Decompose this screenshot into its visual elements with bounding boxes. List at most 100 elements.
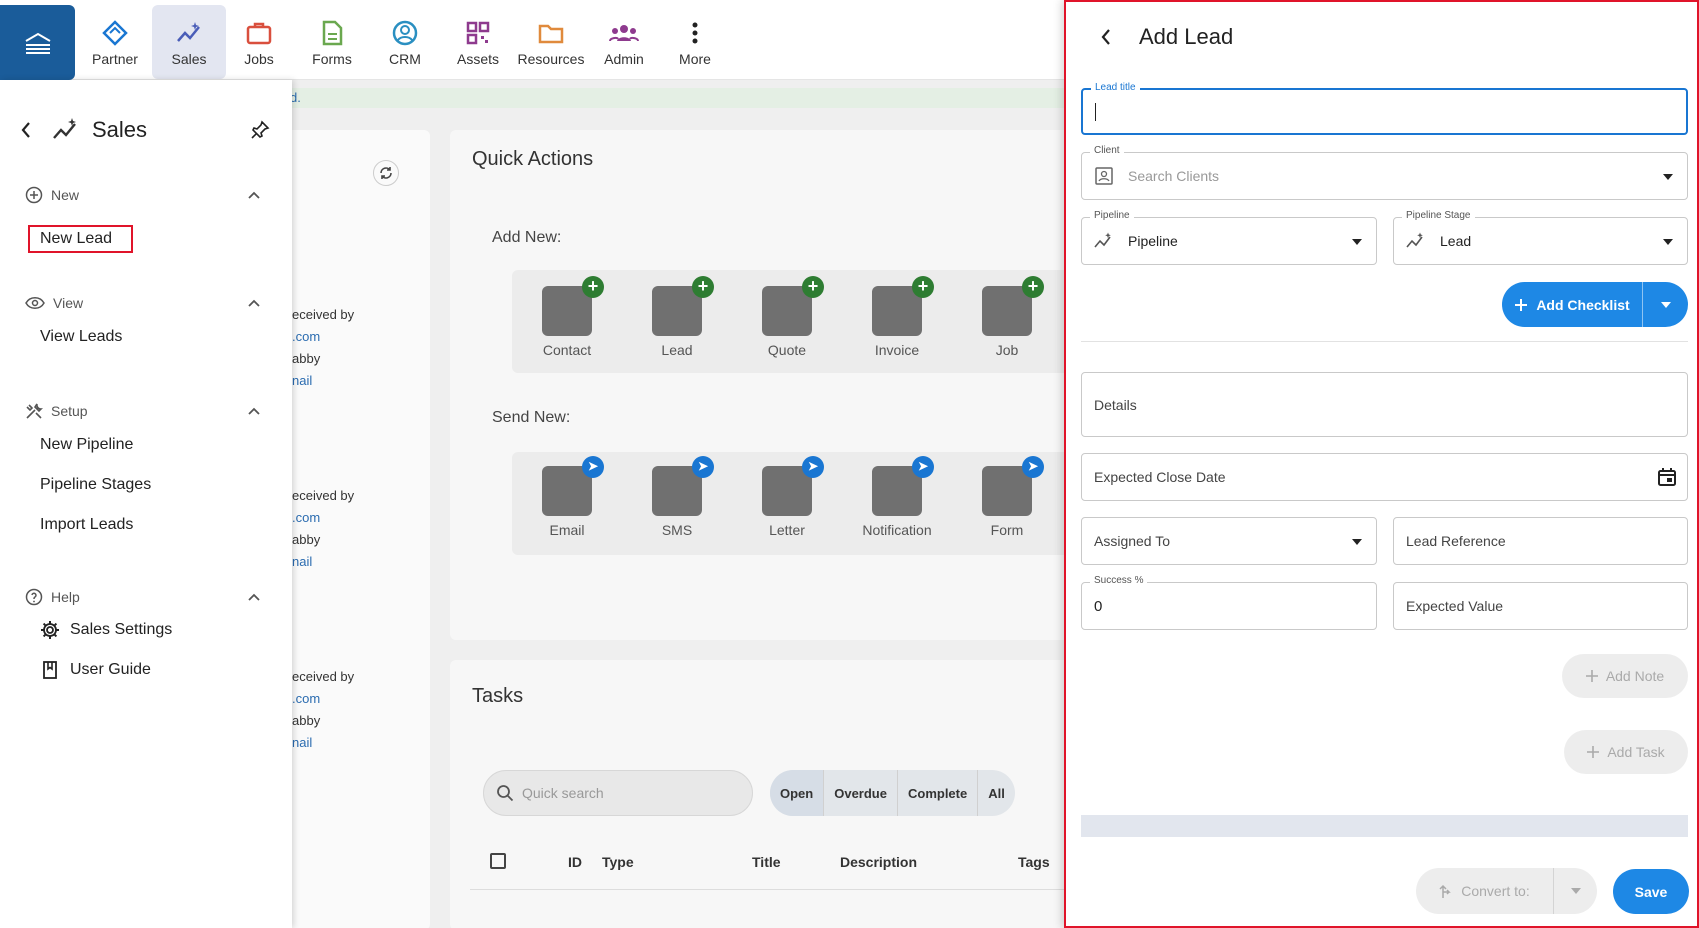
section-setup[interactable]: Setup <box>25 398 260 424</box>
sidebar-item-new-pipeline[interactable]: New Pipeline <box>40 436 133 454</box>
tile-label: Email <box>549 522 585 538</box>
tile-label: Contact <box>542 342 592 358</box>
nav-jobs[interactable]: Jobs <box>222 5 296 79</box>
nav-resources[interactable]: Resources <box>514 5 588 79</box>
section-setup-label: Setup <box>51 403 88 419</box>
column-type[interactable]: Type <box>602 854 634 870</box>
recent-item: eceived by .com abby nail <box>292 666 354 754</box>
notice-strip: d. <box>280 88 1065 108</box>
send-notification-tile[interactable]: ➤ Notification <box>842 456 952 538</box>
add-note-button[interactable]: Add Note <box>1562 654 1688 698</box>
sidebar-item-view-leads[interactable]: View Leads <box>40 328 122 346</box>
pipeline-stage-label: Pipeline Stage <box>1402 210 1475 221</box>
nav-sales[interactable]: Sales <box>152 5 226 79</box>
assigned-to-select[interactable]: Assigned To <box>1081 517 1377 565</box>
add-lead-tile[interactable]: + Lead <box>622 276 732 358</box>
filter-overdue[interactable]: Overdue <box>824 770 898 816</box>
column-id[interactable]: ID <box>568 854 582 870</box>
section-new-label: New <box>51 187 80 203</box>
sidebar-item-import-leads[interactable]: Import Leads <box>40 516 133 534</box>
nav-more[interactable]: More <box>658 5 732 79</box>
convert-to-dropdown[interactable] <box>1553 868 1597 914</box>
send-sms-tile[interactable]: ➤ SMS <box>622 456 732 538</box>
folder-icon <box>537 18 565 48</box>
add-checklist-dropdown[interactable] <box>1642 282 1688 327</box>
tasks-search-input[interactable]: Quick search <box>483 770 753 816</box>
lead-title-input[interactable]: Lead title <box>1081 82 1688 135</box>
sales-icon <box>175 18 203 48</box>
lead-reference-input[interactable]: Lead Reference <box>1393 517 1688 565</box>
nav-crm[interactable]: CRM <box>368 5 442 79</box>
success-percent-input[interactable]: Success % 0 <box>1081 575 1377 630</box>
convert-to-button[interactable]: Convert to: <box>1416 868 1597 914</box>
nav-assets[interactable]: Assets <box>441 5 515 79</box>
nav-admin[interactable]: Admin <box>587 5 661 79</box>
convert-arrow-icon <box>1439 883 1453 899</box>
back-chevron-icon[interactable] <box>20 121 32 139</box>
send-email-tile[interactable]: ➤ Email <box>512 456 622 538</box>
recent-link[interactable]: nail <box>292 551 354 573</box>
add-contact-tile[interactable]: + Contact <box>512 276 622 358</box>
client-select[interactable]: Client Search Clients <box>1081 145 1688 200</box>
tasks-table-header: ID Type Title Description Tags <box>470 850 1065 890</box>
nav-assets-label: Assets <box>456 50 499 67</box>
form-icon <box>318 18 346 48</box>
section-help[interactable]: Help <box>25 584 260 610</box>
nav-forms[interactable]: Forms <box>295 5 369 79</box>
send-letter-tile[interactable]: ➤ Letter <box>732 456 842 538</box>
success-percent-value: 0 <box>1094 597 1103 615</box>
column-tags[interactable]: Tags <box>1018 854 1050 870</box>
expected-value-input[interactable]: Expected Value <box>1393 582 1688 630</box>
pin-icon[interactable] <box>250 120 270 140</box>
nav-more-label: More <box>679 50 711 67</box>
tile-label: Form <box>990 522 1024 538</box>
add-task-button[interactable]: Add Task <box>1564 730 1688 774</box>
recent-link[interactable]: .com <box>292 326 354 348</box>
back-chevron-icon[interactable] <box>1100 28 1112 46</box>
nav-partner[interactable]: Partner <box>78 5 152 79</box>
add-quote-tile[interactable]: + Quote <box>732 276 842 358</box>
recent-link[interactable]: .com <box>292 507 354 529</box>
pipeline-stage-select[interactable]: Pipeline Stage Lead <box>1393 210 1688 265</box>
refresh-button[interactable] <box>373 160 399 186</box>
add-badge-icon: + <box>802 276 824 298</box>
recent-link[interactable]: .com <box>292 688 354 710</box>
filter-open[interactable]: Open <box>770 770 825 816</box>
section-help-label: Help <box>51 589 80 605</box>
nav-resources-label: Resources <box>517 50 585 67</box>
section-new[interactable]: New <box>25 182 260 208</box>
select-all-checkbox[interactable] <box>490 853 506 869</box>
column-title[interactable]: Title <box>752 854 781 870</box>
add-job-tile[interactable]: + Job <box>952 276 1062 358</box>
app-logo[interactable] <box>0 5 75 80</box>
sidebar-item-user-guide[interactable]: User Guide <box>40 660 151 680</box>
convert-to-main[interactable]: Convert to: <box>1416 883 1553 899</box>
tile-label: Quote <box>767 342 807 358</box>
pipeline-stages-label: Pipeline Stages <box>40 476 152 493</box>
chevron-up-icon <box>248 407 260 415</box>
add-invoice-tile[interactable]: + Invoice <box>842 276 952 358</box>
sidebar-item-sales-settings[interactable]: Sales Settings <box>40 620 172 640</box>
recent-link[interactable]: nail <box>292 732 354 754</box>
details-textarea[interactable]: Details <box>1081 372 1688 437</box>
pipeline-stage-value: Lead <box>1440 233 1472 249</box>
add-checklist-label: Add Checklist <box>1536 296 1630 313</box>
add-checklist-button[interactable]: Add Checklist <box>1502 282 1688 327</box>
save-button[interactable]: Save <box>1613 869 1689 914</box>
sidebar-item-pipeline-stages[interactable]: Pipeline Stages <box>40 476 151 494</box>
add-checklist-main[interactable]: Add Checklist <box>1502 297 1642 313</box>
plus-icon <box>1514 298 1528 312</box>
recent-link[interactable]: nail <box>292 370 354 392</box>
send-form-tile[interactable]: ➤ Form <box>952 456 1062 538</box>
section-view[interactable]: View <box>25 290 260 316</box>
tile-label: Notification <box>862 522 932 538</box>
calendar-icon[interactable] <box>1657 467 1677 487</box>
person-icon <box>391 18 419 48</box>
sidebar-header: Sales <box>20 115 270 145</box>
sidebar-item-new-lead[interactable]: New Lead <box>28 225 133 253</box>
expected-close-date-input[interactable]: Expected Close Date <box>1081 453 1688 501</box>
filter-complete[interactable]: Complete <box>898 770 979 816</box>
add-new-label: Add New: <box>492 229 562 246</box>
column-description[interactable]: Description <box>840 854 917 870</box>
pipeline-select[interactable]: Pipeline Pipeline <box>1081 210 1377 265</box>
